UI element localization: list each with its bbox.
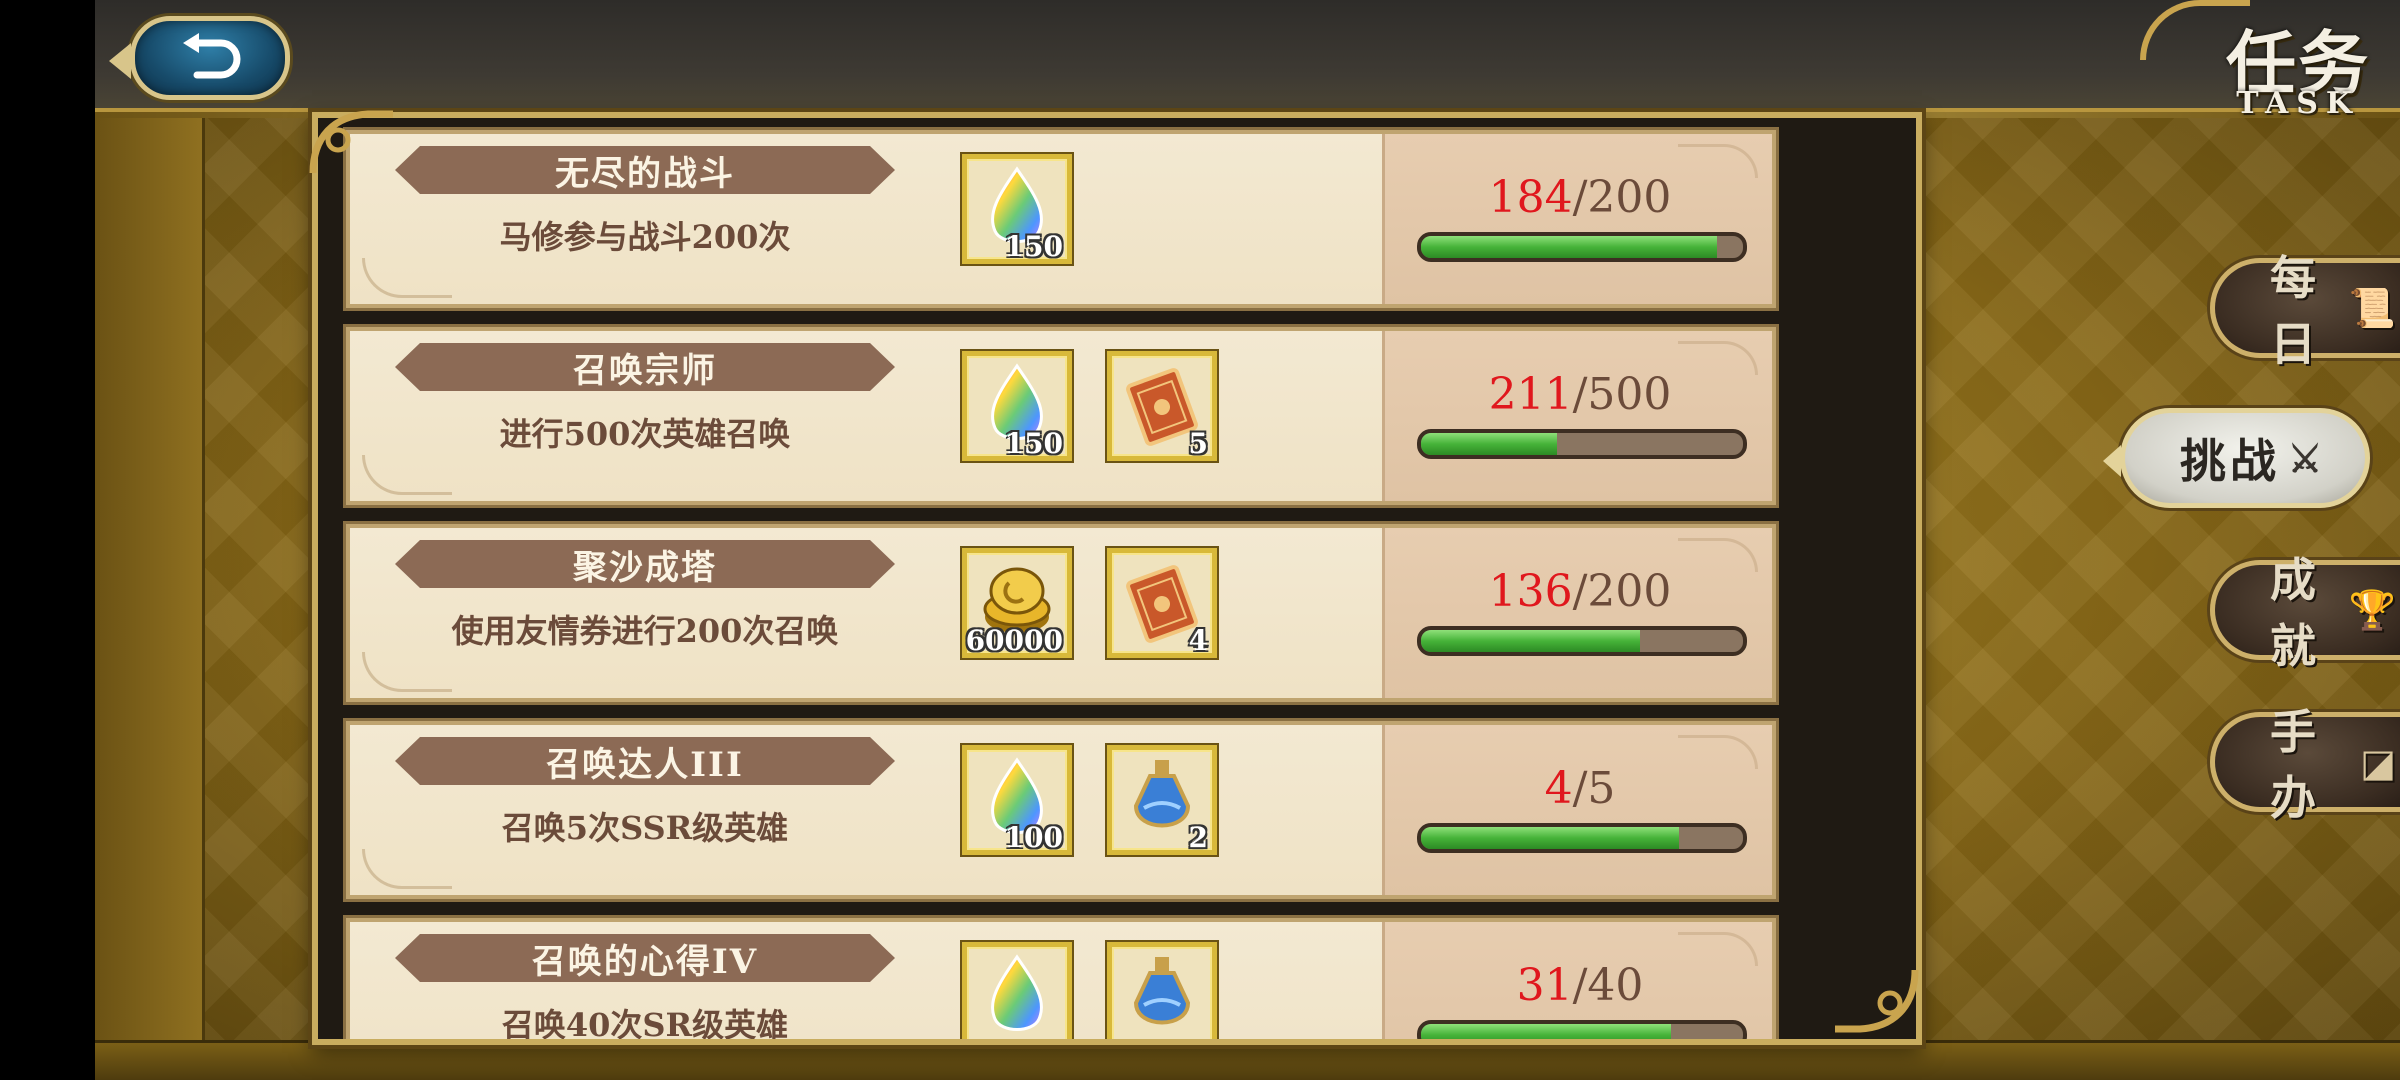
- page-title-emblem: 任务 TASK: [2140, 0, 2400, 130]
- task-title-ribbon: 聚沙成塔: [395, 540, 895, 588]
- progress-current: 4: [1544, 763, 1573, 814]
- reward-item[interactable]: [962, 942, 1072, 1039]
- task-panel: 无尽的战斗马修参与战斗200次 150 184/200 召唤宗师进行500次英雄召唤 1…: [312, 112, 1922, 1045]
- tab-daily[interactable]: 每日 📜: [2210, 251, 2400, 371]
- reward-item[interactable]: 2: [1107, 745, 1217, 855]
- figure-box-icon: ◪: [2360, 739, 2400, 785]
- progress-area: 31/40: [1382, 922, 1775, 1039]
- progress-area: 211/500: [1382, 331, 1772, 501]
- reward-count: 60000: [965, 624, 1063, 657]
- task-title-ribbon: 召唤宗师: [395, 343, 895, 391]
- task-card[interactable]: 召唤达人III 召唤5次SSR级英雄 100 2 4/5: [346, 721, 1776, 899]
- trophy-icon: 🏆: [2348, 587, 2400, 632]
- reward-item[interactable]: 60000: [962, 548, 1072, 658]
- task-card[interactable]: 无尽的战斗马修参与战斗200次 150 184/200: [346, 130, 1776, 308]
- progress-area: 184/200: [1382, 134, 1772, 304]
- scroll-icon: 📜: [2348, 285, 2400, 330]
- reward-count: 5: [1188, 427, 1208, 460]
- task-title-ribbon: 召唤达人III: [395, 737, 895, 785]
- reward-item[interactable]: 150: [962, 351, 1072, 461]
- reward-count: 150: [1004, 427, 1063, 460]
- corner-ornament-icon: [1835, 969, 1919, 1033]
- progress-bar: [1417, 823, 1747, 853]
- left-decoration: [95, 110, 205, 1080]
- progress-total: /200: [1572, 566, 1672, 617]
- reward-item[interactable]: [1107, 942, 1217, 1039]
- progress-current: 136: [1488, 566, 1573, 617]
- progress-bar-fill: [1421, 236, 1718, 258]
- task-card[interactable]: 召唤宗师进行500次英雄召唤 150 5 211/500: [346, 327, 1776, 505]
- progress-bar-fill: [1421, 827, 1679, 849]
- progress-total: /500: [1572, 369, 1672, 420]
- task-title: 无尽的战斗: [555, 153, 735, 194]
- reward-item[interactable]: 100: [962, 745, 1072, 855]
- tab-label: 成就: [2270, 553, 2320, 673]
- progress-area: 4/5: [1382, 725, 1772, 895]
- bottom-decoration: [95, 1040, 2400, 1080]
- tab-label: 挑战: [2180, 434, 2280, 488]
- task-description: 马修参与战斗200次: [499, 218, 791, 256]
- progress-bar: [1417, 429, 1747, 459]
- progress-counter: 211/500: [1385, 369, 1775, 420]
- progress-bar-fill: [1421, 630, 1640, 652]
- reward-item[interactable]: 5: [1107, 351, 1217, 461]
- task-description: 使用友情券进行200次召唤: [451, 612, 839, 650]
- corner-ornament-icon: [309, 110, 393, 174]
- task-title: 召唤的心得IV: [531, 941, 759, 982]
- task-description: 召唤5次SSR级英雄: [501, 809, 789, 847]
- reward-count: 150: [1004, 230, 1063, 263]
- progress-total: /40: [1572, 960, 1644, 1011]
- card-swirl-ornament: [362, 849, 452, 889]
- task-description: 召唤40次SR级英雄: [501, 1006, 789, 1044]
- progress-bar: [1417, 232, 1747, 262]
- task-title: 召唤达人III: [546, 744, 744, 785]
- progress-bar: [1417, 626, 1747, 656]
- progress-bar-fill: [1421, 433, 1557, 455]
- task-title-ribbon: 召唤的心得IV: [395, 934, 895, 982]
- top-bar: [95, 0, 2400, 118]
- progress-counter: 184/200: [1385, 172, 1775, 223]
- reward-count: 2: [1188, 821, 1208, 854]
- progress-counter: 4/5: [1385, 763, 1775, 814]
- card-swirl-ornament: [362, 258, 452, 298]
- progress-current: 31: [1516, 960, 1573, 1011]
- reward-count: 100: [1004, 821, 1063, 854]
- progress-bar-fill: [1421, 1024, 1671, 1039]
- reward-item[interactable]: 150: [962, 154, 1072, 264]
- back-arrow-icon: [183, 33, 241, 79]
- progress-counter: 31/40: [1385, 960, 1775, 1011]
- task-title: 召唤宗师: [573, 350, 717, 391]
- reward-item[interactable]: 4: [1107, 548, 1217, 658]
- progress-area: 136/200: [1382, 528, 1772, 698]
- tab-figure[interactable]: 手办 ◪: [2210, 705, 2400, 825]
- progress-current: 184: [1488, 172, 1573, 223]
- task-title-ribbon: 无尽的战斗: [395, 146, 895, 194]
- page-title-en: TASK: [2236, 86, 2360, 121]
- back-button[interactable]: [109, 16, 290, 100]
- crossed-swords-icon: ⚔: [2288, 435, 2327, 481]
- progress-bar: [1417, 1020, 1747, 1039]
- task-title: 聚沙成塔: [573, 547, 717, 588]
- card-swirl-ornament: [362, 652, 452, 692]
- task-card[interactable]: 召唤的心得IV 召唤40次SR级英雄 31/40: [346, 918, 1776, 1044]
- task-description: 进行500次英雄召唤: [499, 415, 791, 453]
- progress-total: /200: [1572, 172, 1672, 223]
- tab-label: 手办: [2270, 705, 2320, 825]
- tab-achievement[interactable]: 成就 🏆: [2210, 553, 2400, 673]
- task-card[interactable]: 聚沙成塔使用友情券进行200次召唤 60000 4 136/200: [346, 524, 1776, 702]
- tab-challenge[interactable]: 挑战 ⚔: [2103, 408, 2370, 508]
- reward-count: 4: [1188, 624, 1208, 657]
- progress-current: 211: [1488, 369, 1573, 420]
- card-swirl-ornament: [362, 455, 452, 495]
- progress-counter: 136/200: [1385, 566, 1775, 617]
- tab-label: 每日: [2270, 251, 2320, 371]
- progress-total: /5: [1572, 763, 1616, 814]
